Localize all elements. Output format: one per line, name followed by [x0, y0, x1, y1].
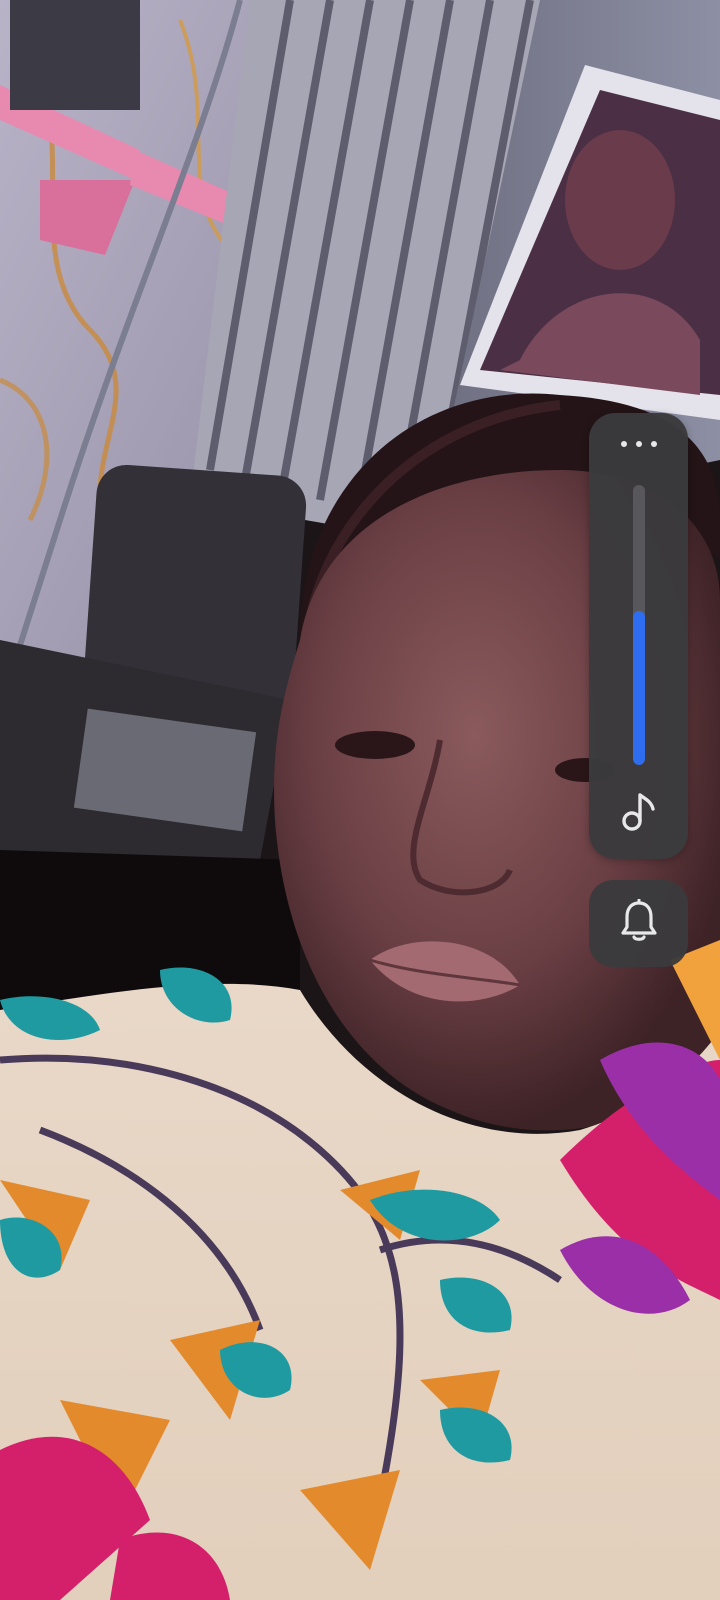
- more-dot: [635, 441, 642, 447]
- more-options-button[interactable]: [589, 413, 688, 475]
- volume-panel: [589, 413, 688, 859]
- music-note-icon[interactable]: [619, 789, 659, 833]
- media-volume-level: [633, 611, 645, 765]
- bell-icon: [619, 898, 659, 948]
- ringer-mode-button[interactable]: [589, 880, 688, 967]
- media-volume-slider[interactable]: [633, 485, 645, 765]
- more-dot: [650, 441, 657, 447]
- more-horizontal-icon: [616, 441, 661, 447]
- more-dot: [620, 441, 627, 447]
- screen: [0, 0, 720, 1600]
